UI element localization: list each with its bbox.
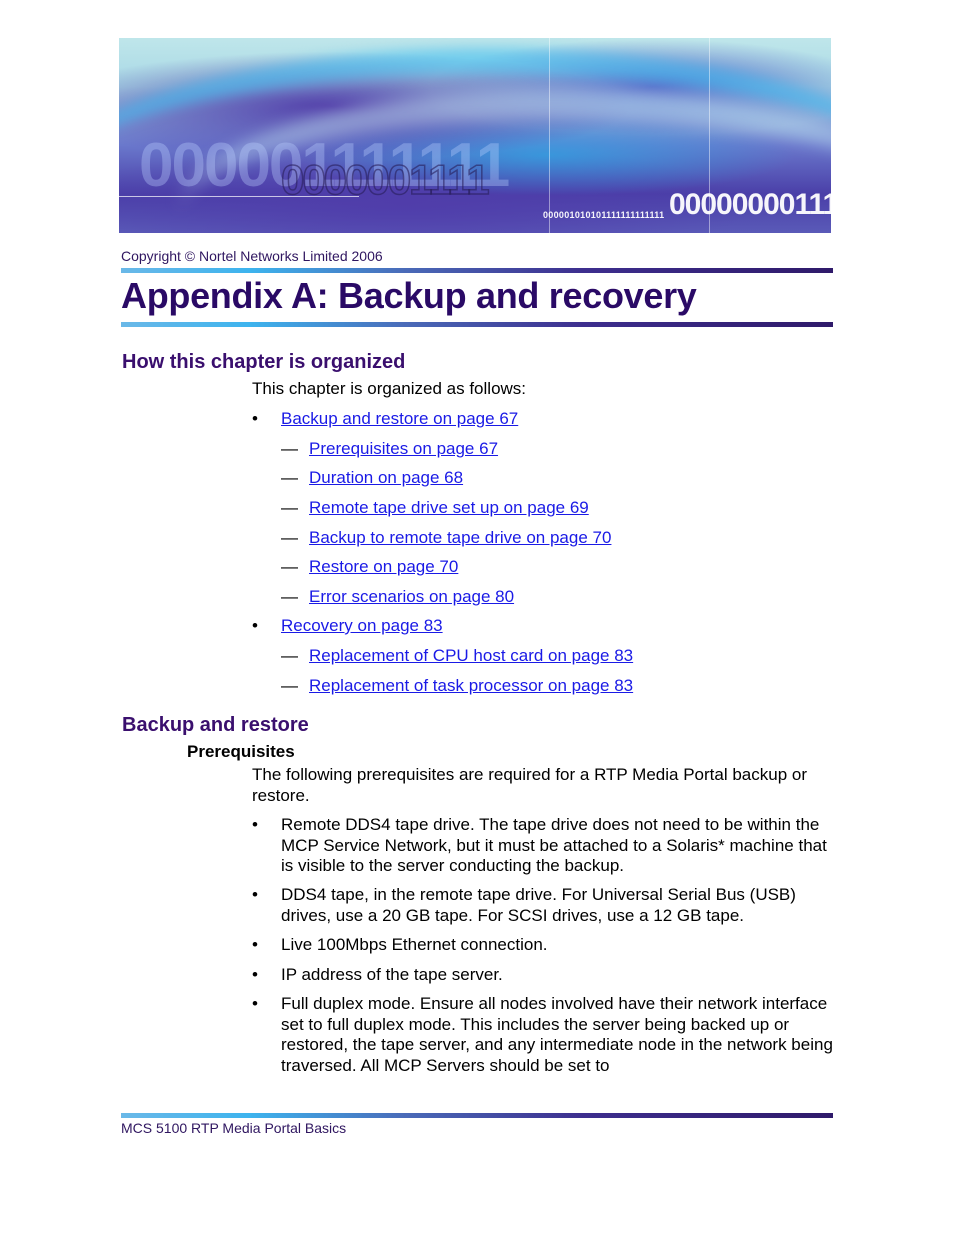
toc-link[interactable]: Replacement of task processor on page 83	[309, 676, 633, 695]
footer-doc-title: MCS 5100 RTP Media Portal Basics	[121, 1120, 347, 1136]
toc-link[interactable]: Backup to remote tape drive on page 70	[309, 528, 611, 547]
bullet-icon: •	[252, 409, 258, 428]
copyright-notice: Copyright © Nortel Networks Limited 2006	[121, 248, 383, 264]
prerequisite-text: Remote DDS4 tape drive. The tape drive d…	[281, 815, 827, 875]
header-banner-image: 000001111111 0000001111 000000001111111 …	[119, 38, 831, 233]
dash-icon: —	[281, 676, 298, 695]
toc-link[interactable]: Duration on page 68	[309, 468, 463, 487]
dash-icon: —	[281, 498, 298, 517]
prerequisites-intro: The following prerequisites are required…	[252, 765, 807, 805]
banner-vertical-line	[549, 38, 550, 233]
toc-link[interactable]: Recovery on page 83	[281, 616, 443, 635]
dash-icon: —	[281, 587, 298, 606]
footer-rule	[121, 1113, 833, 1118]
subheading-prerequisites: Prerequisites	[187, 742, 295, 761]
toc-link[interactable]: Prerequisites on page 67	[309, 439, 498, 458]
prerequisite-text: DDS4 tape, in the remote tape drive. For…	[281, 885, 796, 925]
organized-intro: This chapter is organized as follows:	[252, 379, 527, 398]
dash-icon: —	[281, 468, 298, 487]
dash-icon: —	[281, 646, 298, 665]
section-heading-backup-restore: Backup and restore	[122, 714, 309, 736]
title-rule-bottom	[121, 322, 833, 327]
bullet-icon: •	[252, 965, 258, 984]
dash-icon: —	[281, 528, 298, 547]
toc-link[interactable]: Backup and restore on page 67	[281, 409, 518, 428]
prerequisite-text: Live 100Mbps Ethernet connection.	[281, 935, 548, 954]
toc-link[interactable]: Remote tape drive set up on page 69	[309, 498, 589, 517]
toc-link[interactable]: Restore on page 70	[309, 557, 458, 576]
prerequisite-text: IP address of the tape server.	[281, 965, 503, 984]
dash-icon: —	[281, 439, 298, 458]
bullet-icon: •	[252, 935, 258, 954]
title-rule-top	[121, 268, 833, 273]
banner-binary-bright-text: 000000001111111	[669, 188, 831, 221]
bullet-icon: •	[252, 815, 258, 834]
page-title: Appendix A: Backup and recovery	[121, 275, 697, 316]
toc-link[interactable]: Error scenarios on page 80	[309, 587, 514, 606]
toc-link[interactable]: Replacement of CPU host card on page 83	[309, 646, 633, 665]
section-heading-organized: How this chapter is organized	[122, 351, 406, 373]
banner-binary-small-text: 000001010101111111111111	[543, 210, 665, 220]
banner-binary-outline-text: 0000001111	[280, 155, 490, 204]
prerequisite-text: Full duplex mode. Ensure all nodes invol…	[281, 994, 833, 1075]
bullet-icon: •	[252, 994, 258, 1013]
bullet-icon: •	[252, 885, 258, 904]
bullet-icon: •	[252, 616, 258, 635]
dash-icon: —	[281, 557, 298, 576]
